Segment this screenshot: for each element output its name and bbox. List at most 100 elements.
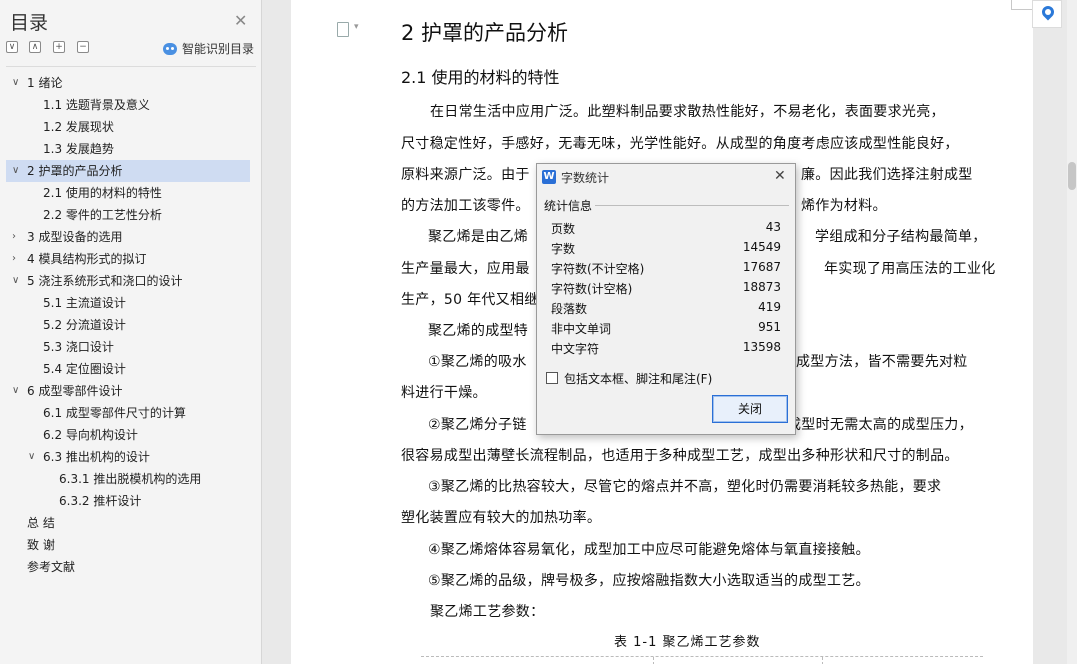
- toc-item[interactable]: › 3 成型设备的选用: [6, 226, 250, 248]
- toc-item[interactable]: 1.2 发展现状: [6, 116, 250, 138]
- toc-item[interactable]: › 4 模具结构形式的拟订: [6, 248, 250, 270]
- stat-row: 字符数(计空格) 18873: [551, 278, 781, 298]
- paragraph-doc-icon[interactable]: [337, 22, 359, 37]
- toc-item[interactable]: 5.1 主流道设计: [6, 292, 250, 314]
- toc-item-label: 2 护罩的产品分析: [27, 164, 123, 178]
- doc-line: ③聚乙烯的比热容较大，尽管它的熔点并不高，塑化时仍需要消耗较多热能，要求: [428, 479, 942, 495]
- stat-value: 419: [758, 300, 781, 314]
- table-caption: 表 1-1 聚乙烯工艺参数: [614, 635, 761, 650]
- doc-line: 年实现了用高压法的工业化: [824, 261, 996, 277]
- vertical-scrollbar[interactable]: [1067, 0, 1077, 664]
- toc-item[interactable]: 致 谢: [6, 534, 250, 556]
- toc-item-label: 5.1 主流道设计: [43, 296, 126, 310]
- toc-item[interactable]: 6.3.1 推出脱模机构的选用: [6, 468, 250, 490]
- toc-item[interactable]: ∨ 1 绪论: [6, 72, 250, 94]
- toc-item-label: 5.2 分流道设计: [43, 318, 126, 332]
- toc-item-label: 6.1 成型零部件尺寸的计算: [43, 406, 186, 420]
- wps-logo-icon: W: [542, 170, 556, 184]
- stat-value: 951: [758, 320, 781, 334]
- chevron-down-icon[interactable]: ∨: [12, 270, 19, 292]
- doc-line: 聚乙烯工艺参数：: [430, 604, 545, 620]
- chevron-right-icon[interactable]: ›: [12, 226, 16, 248]
- smart-recognition-icon: [163, 42, 177, 55]
- divider: [6, 66, 256, 67]
- toc-item[interactable]: 5.3 浇口设计: [6, 336, 250, 358]
- doc-line: 生产，50 年代又相继: [401, 292, 539, 308]
- toc-item[interactable]: ∨ 5 浇注系统形式和浇口的设计: [6, 270, 250, 292]
- dialog-titlebar[interactable]: W 字数统计 ✕: [537, 164, 795, 190]
- scrollbar-thumb[interactable]: [1068, 162, 1076, 190]
- doc-line: 的方法加工该零件。: [401, 198, 530, 214]
- smart-toc-label: 智能识别目录: [182, 42, 255, 56]
- include-textbox-label[interactable]: 包括文本框、脚注和尾注(F): [564, 370, 712, 387]
- toc-item-label: 2.2 零件的工艺性分析: [43, 208, 162, 222]
- chevron-down-icon[interactable]: ∨: [12, 160, 19, 182]
- stat-row: 中文字符 13598: [551, 338, 781, 358]
- chevron-down-icon[interactable]: ∨: [12, 380, 19, 402]
- toc-item[interactable]: 参考文献: [6, 556, 250, 578]
- toc-panel: 目录 ✕ ∨ ∧ + − 智能识别目录 ∨ 1 绪论 1.1 选题背景及意义 1.2 …: [0, 0, 262, 664]
- doc-line: 成型时无需太高的成型压力，: [787, 417, 973, 433]
- toc-item[interactable]: 6.1 成型零部件尺寸的计算: [6, 402, 250, 424]
- toc-item[interactable]: 总 结: [6, 512, 250, 534]
- toc-item[interactable]: ∨ 6.3 推出机构的设计: [6, 446, 250, 468]
- collapse-all-icon[interactable]: ∨: [6, 41, 18, 53]
- stat-row: 段落数 419: [551, 298, 781, 318]
- stat-value: 14549: [742, 240, 781, 254]
- toc-item[interactable]: 6.2 导向机构设计: [6, 424, 250, 446]
- toc-item-label: 2.1 使用的材料的特性: [43, 186, 162, 200]
- toc-item-label: 6 成型零部件设计: [27, 384, 123, 398]
- chevron-right-icon[interactable]: ›: [12, 248, 16, 270]
- toc-item-label: 6.3.2 推杆设计: [59, 494, 142, 508]
- remove-level-icon[interactable]: −: [77, 41, 89, 53]
- heading-2: 2.1 使用的材料的特性: [401, 68, 560, 87]
- table-top-border: [421, 656, 983, 664]
- doc-line: ①聚乙烯的吸水: [428, 354, 527, 370]
- doc-line: 塑化装置应有较大的加热功率。: [401, 510, 602, 526]
- dialog-title: 字数统计: [561, 171, 610, 185]
- toc-item-label: 5.3 浇口设计: [43, 340, 114, 354]
- doc-line: 在日常生活中应用广泛。此塑料制品要求散热性能好，不易老化，表面要求光亮，: [430, 104, 945, 120]
- toc-item[interactable]: 2.2 零件的工艺性分析: [6, 204, 250, 226]
- toc-item[interactable]: 2.1 使用的材料的特性: [6, 182, 250, 204]
- close-icon[interactable]: ✕: [774, 168, 786, 184]
- heading-1: 2 护罩的产品分析: [401, 21, 569, 45]
- add-level-icon[interactable]: +: [53, 41, 65, 53]
- doc-line: 尺寸稳定性好，手感好，无毒无味，光学性能好。从成型的角度考虑应该成型性能良好，: [401, 136, 959, 152]
- toc-item[interactable]: ∨ 6 成型零部件设计: [6, 380, 250, 402]
- doc-line: 很容易成型出薄壁长流程制品，也适用于多种成型工艺，成型出多种形状和尺寸的制品。: [401, 448, 959, 464]
- doc-line: 生产量最大，应用最: [401, 261, 530, 277]
- stat-key: 字数: [551, 242, 576, 256]
- toc-item-label: 3 成型设备的选用: [27, 230, 123, 244]
- toc-item-label: 参考文献: [27, 560, 76, 574]
- toc-item[interactable]: 6.3.2 推杆设计: [6, 490, 250, 512]
- close-button[interactable]: 关闭: [712, 395, 788, 423]
- toc-item[interactable]: 1.3 发展趋势: [6, 138, 250, 160]
- close-icon[interactable]: ✕: [234, 11, 247, 30]
- chevron-down-icon[interactable]: ∨: [28, 446, 35, 468]
- include-textbox-checkbox[interactable]: [546, 372, 558, 384]
- location-pin-icon: [1039, 3, 1057, 21]
- doc-line: 聚乙烯的成型特: [428, 323, 529, 339]
- toc-item[interactable]: 5.4 定位圈设计: [6, 358, 250, 380]
- stat-key: 中文字符: [551, 342, 600, 356]
- toc-item-label: 6.2 导向机构设计: [43, 428, 138, 442]
- toc-item-label: 5.4 定位圈设计: [43, 362, 126, 376]
- doc-line: ⑤聚乙烯的品级，牌号极多，应按熔融指数大小选取适当的成型工艺。: [428, 573, 870, 589]
- page-margin-marker: [1011, 0, 1033, 10]
- doc-line: 成型方法，皆不需要先对粒: [796, 354, 968, 370]
- stat-key: 页数: [551, 222, 576, 236]
- stat-row: 字符数(不计空格) 17687: [551, 258, 781, 278]
- toc-item[interactable]: 5.2 分流道设计: [6, 314, 250, 336]
- location-button[interactable]: [1032, 0, 1062, 28]
- toc-item[interactable]: 1.1 选题背景及意义: [6, 94, 250, 116]
- expand-up-icon[interactable]: ∧: [29, 41, 41, 53]
- stats-group-label: 统计信息: [544, 199, 593, 213]
- doc-line: 聚乙烯是由乙烯: [428, 229, 529, 245]
- chevron-down-icon[interactable]: ∨: [12, 72, 19, 94]
- toc-item-label: 5 浇注系统形式和浇口的设计: [27, 274, 183, 288]
- stat-row: 字数 14549: [551, 238, 781, 258]
- doc-line: 学组成和分子结构最简单，: [815, 229, 987, 245]
- smart-toc-button[interactable]: 智能识别目录: [163, 40, 254, 57]
- toc-item[interactable]: ∨ 2 护罩的产品分析: [6, 160, 250, 182]
